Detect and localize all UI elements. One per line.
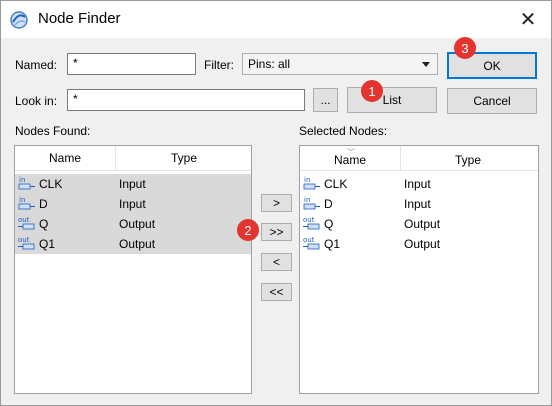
svg-text:in: in bbox=[19, 196, 25, 204]
node-type: Input bbox=[119, 177, 146, 191]
column-divider[interactable] bbox=[115, 146, 116, 171]
node-name: D bbox=[324, 197, 333, 211]
output-pin-icon: out bbox=[18, 236, 35, 250]
node-type: Input bbox=[404, 177, 431, 191]
svg-text:out: out bbox=[18, 236, 30, 244]
nodes-found-list[interactable]: Name Type in CLK Input in D Input out Q … bbox=[14, 145, 252, 394]
input-pin-icon: in bbox=[303, 196, 320, 210]
column-header-name[interactable]: Name bbox=[334, 153, 366, 167]
add-selected-button[interactable]: > bbox=[261, 194, 292, 212]
node-type: Input bbox=[404, 197, 431, 211]
node-name: D bbox=[39, 197, 48, 211]
annotation-badge-3: 3 bbox=[454, 37, 476, 59]
table-row[interactable]: out Q Output bbox=[300, 214, 538, 234]
node-type: Output bbox=[119, 237, 156, 251]
remove-selected-button[interactable]: < bbox=[261, 253, 292, 271]
input-pin-icon: in bbox=[18, 176, 35, 190]
add-all-button[interactable]: >> bbox=[261, 223, 292, 241]
cancel-button[interactable]: Cancel bbox=[447, 88, 537, 114]
look-in-label: Look in: bbox=[15, 94, 58, 108]
chevron-down-icon bbox=[422, 62, 430, 67]
node-name: CLK bbox=[39, 177, 63, 191]
node-type: Output bbox=[119, 217, 156, 231]
svg-text:in: in bbox=[304, 196, 310, 204]
nodes-found-label: Nodes Found: bbox=[15, 124, 91, 138]
column-header-type[interactable]: Type bbox=[455, 153, 481, 167]
named-label: Named: bbox=[15, 58, 58, 72]
table-row[interactable]: in CLK Input bbox=[300, 174, 538, 194]
table-row[interactable]: out Q1 Output bbox=[15, 234, 251, 254]
node-finder-dialog: Node Finder ✕ Named: * Filter: Pins: all… bbox=[0, 0, 552, 406]
table-row[interactable]: in D Input bbox=[15, 194, 251, 214]
browse-button[interactable]: ... bbox=[313, 88, 338, 112]
node-type: Output bbox=[404, 217, 441, 231]
node-type: Output bbox=[404, 237, 441, 251]
filter-select-value: Pins: all bbox=[248, 57, 291, 71]
node-type: Input bbox=[119, 197, 146, 211]
output-pin-icon: out bbox=[303, 236, 320, 250]
table-row[interactable]: in D Input bbox=[300, 194, 538, 214]
look-in-input[interactable]: * bbox=[67, 89, 305, 111]
nodes-found-header: Name Type bbox=[15, 146, 251, 171]
window-title: Node Finder bbox=[38, 10, 121, 27]
remove-all-button[interactable]: << bbox=[261, 283, 292, 301]
input-pin-icon: in bbox=[18, 196, 35, 210]
table-row[interactable]: in CLK Input bbox=[15, 174, 251, 194]
filter-label: Filter: bbox=[204, 58, 234, 72]
annotation-badge-2: 2 bbox=[237, 219, 259, 241]
node-name: Q1 bbox=[324, 237, 341, 251]
annotation-badge-1: 1 bbox=[361, 80, 383, 102]
svg-text:in: in bbox=[19, 176, 25, 184]
selected-nodes-header: ﹀ Name Type bbox=[300, 146, 538, 171]
filter-select[interactable]: Pins: all bbox=[242, 53, 438, 75]
selected-nodes-label: Selected Nodes: bbox=[299, 124, 388, 138]
selected-nodes-list[interactable]: ﹀ Name Type in CLK Input in D Input out … bbox=[299, 145, 539, 394]
input-pin-icon: in bbox=[303, 176, 320, 190]
named-input[interactable]: * bbox=[67, 53, 196, 75]
column-header-type[interactable]: Type bbox=[171, 151, 197, 165]
node-name: Q bbox=[324, 217, 334, 231]
output-pin-icon: out bbox=[18, 216, 35, 230]
table-row[interactable]: out Q Output bbox=[15, 214, 251, 234]
close-icon[interactable]: ✕ bbox=[505, 1, 551, 38]
column-divider[interactable] bbox=[400, 146, 401, 171]
output-pin-icon: out bbox=[303, 216, 320, 230]
svg-text:in: in bbox=[304, 176, 310, 184]
node-name: CLK bbox=[324, 177, 348, 191]
table-row[interactable]: out Q1 Output bbox=[300, 234, 538, 254]
quartus-app-icon bbox=[10, 11, 28, 29]
node-name: Q bbox=[39, 217, 49, 231]
svg-text:out: out bbox=[303, 236, 315, 244]
title-bar: Node Finder ✕ bbox=[1, 1, 551, 38]
svg-text:out: out bbox=[303, 216, 315, 224]
column-header-name[interactable]: Name bbox=[49, 151, 81, 165]
svg-text:out: out bbox=[18, 216, 30, 224]
node-name: Q1 bbox=[39, 237, 56, 251]
